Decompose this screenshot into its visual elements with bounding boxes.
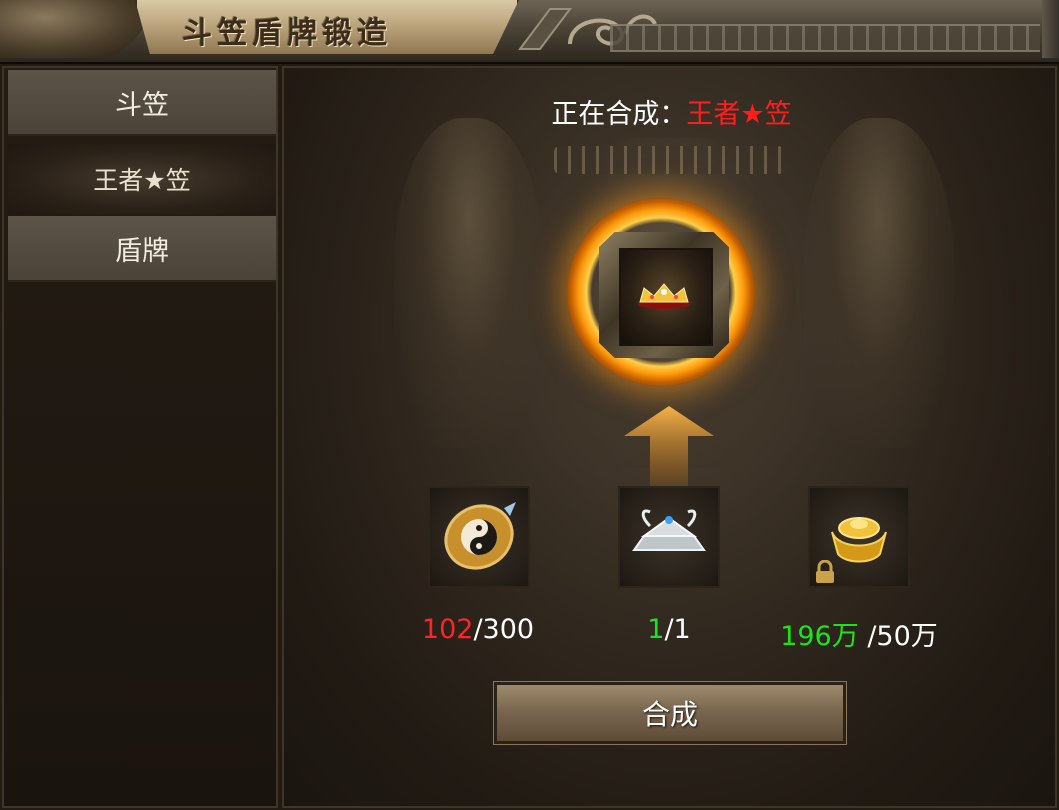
yinyang-talisman-icon [444, 502, 516, 570]
up-arrow-icon [624, 406, 714, 491]
synthesis-label: 正在合成： [551, 99, 687, 130]
sidebar-item-label: 王者★笠 [93, 166, 191, 195]
left-dragon-statue [394, 118, 544, 448]
material-count-1: 102/300 [378, 614, 578, 645]
material-have-3: 196万 [780, 621, 859, 652]
material-need-3: /50万 [858, 621, 938, 652]
crown-helmet-icon [638, 283, 690, 309]
forge-panel: 正在合成：王者★笠 102/300 1/1 196万 /50万 合成 [282, 66, 1057, 808]
material-have-2: 1 [647, 614, 665, 645]
sidebar-item-douli[interactable]: 斗笠 [8, 70, 276, 136]
material-need-2: /1 [664, 614, 691, 645]
silver-hat-icon [632, 509, 706, 551]
material-slot-3[interactable] [808, 486, 910, 588]
sidebar-item-label: 盾牌 [115, 235, 169, 267]
fret-border [610, 24, 1040, 52]
lock-icon [816, 560, 834, 583]
material-count-3: 196万 /50万 [749, 614, 969, 653]
material-count-2: 1/1 [569, 614, 769, 645]
title-bar: 斗笠盾牌锻造 [0, 0, 1059, 64]
synthesis-heading: 正在合成：王者★笠 [284, 92, 1055, 131]
material-slot-1[interactable] [428, 486, 530, 588]
sidebar-item-label: 斗笠 [115, 89, 169, 121]
sidebar: 斗笠 王者★笠 盾牌 [2, 66, 278, 808]
title-endcap [1042, 0, 1059, 58]
right-dragon-statue [804, 118, 954, 448]
forge-window: 斗笠盾牌锻造 斗笠 王者★笠 盾牌 正在合成：王者★笠 102/300 1/1 … [0, 0, 1059, 810]
material-have-1: 102 [421, 614, 474, 645]
material-need-1: /300 [473, 614, 535, 645]
dragon-ornament-icon [0, 0, 150, 58]
synthesize-button[interactable]: 合成 [493, 681, 847, 745]
material-slot-2[interactable] [618, 486, 720, 588]
sidebar-item-dunpai[interactable]: 盾牌 [8, 216, 276, 282]
vessel-band [554, 146, 784, 174]
synthesis-target-name: 王者★笠 [686, 99, 792, 130]
sidebar-item-wangzhe-li[interactable]: 王者★笠 [8, 144, 276, 214]
window-title: 斗笠盾牌锻造 [182, 16, 392, 51]
